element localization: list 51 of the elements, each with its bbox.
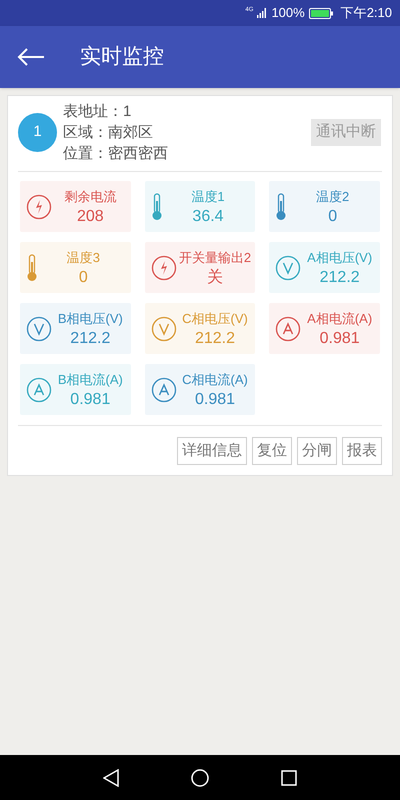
- volt-icon: [275, 254, 302, 280]
- ampere-icon: [275, 316, 302, 342]
- reading-value: 0.981: [320, 328, 360, 348]
- ampere-icon: [26, 376, 52, 402]
- reading-label: A相电流(A): [307, 310, 372, 328]
- reading-label: B相电流(A): [58, 370, 123, 389]
- reading-value: 212.2: [194, 328, 236, 348]
- reading-value: 0.981: [70, 390, 110, 410]
- clock: 下午2:10: [340, 4, 392, 22]
- reading-label: 温度1: [191, 188, 225, 206]
- connection-status: 通讯中断: [311, 119, 381, 146]
- page-title: 实时监控: [80, 44, 164, 70]
- thermometer-icon: [26, 254, 38, 282]
- reading-value: 36.4: [192, 206, 224, 226]
- signal-icon: [257, 8, 268, 18]
- thermometer-icon: [275, 192, 288, 220]
- reading-label: 开关量输出2: [178, 248, 252, 266]
- battery-percent: 100%: [271, 4, 305, 22]
- meter-location: 位置：密西密西: [63, 144, 169, 164]
- action-button[interactable]: 详细信息: [177, 437, 247, 465]
- reading-value: 212.2: [70, 328, 110, 348]
- reading-value: 0: [328, 206, 338, 226]
- reading-label: C相电流(A): [182, 370, 248, 389]
- meter-number-badge: 1: [18, 113, 57, 152]
- action-button[interactable]: 分闸: [297, 437, 337, 465]
- reading-value: 208: [76, 206, 104, 226]
- battery-icon: [308, 8, 333, 18]
- reading-value: 0: [78, 268, 88, 288]
- meter-area: 区域：南郊区: [63, 122, 311, 143]
- reading-value: 0.981: [194, 390, 236, 410]
- back-arrow-icon: [17, 47, 45, 67]
- home-circle-icon[interactable]: [191, 768, 209, 786]
- reading-label: 温度3: [66, 248, 100, 266]
- volt-icon: [26, 316, 52, 342]
- recents-square-icon[interactable]: [281, 770, 297, 786]
- action-button[interactable]: 复位: [252, 437, 292, 465]
- back-triangle-icon[interactable]: [103, 768, 119, 786]
- reading-label: 剩余电流: [64, 188, 116, 206]
- reading-label: A相电压(V): [307, 248, 372, 267]
- reading-label: 温度2: [316, 188, 350, 206]
- action-button[interactable]: 报表: [342, 437, 382, 465]
- ampere-icon: [150, 376, 177, 402]
- reading-label: C相电压(V): [182, 310, 248, 328]
- volt-icon: [150, 316, 177, 342]
- reading-value: 关: [206, 268, 223, 288]
- lightning-icon: [150, 254, 177, 280]
- meter-address: 表地址：1: [63, 102, 132, 122]
- reading-value: 212.2: [320, 268, 360, 288]
- thermometer-icon: [150, 192, 163, 220]
- lightning-icon: [26, 194, 52, 220]
- reading-label: B相电压(V): [58, 310, 123, 328]
